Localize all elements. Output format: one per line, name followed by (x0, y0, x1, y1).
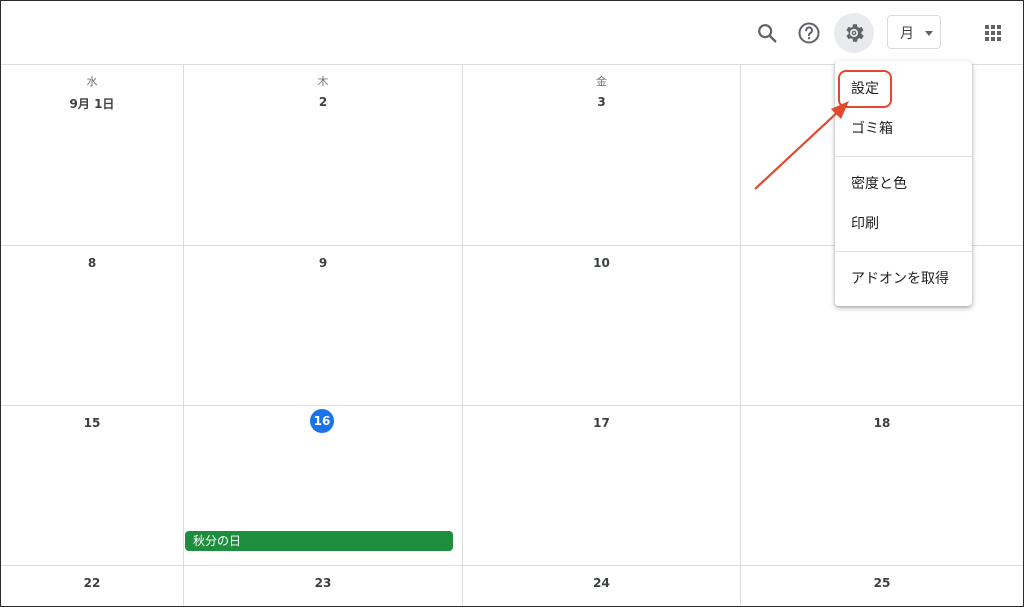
date-label[interactable]: 25 (741, 576, 1023, 590)
date-label[interactable]: 24 (463, 576, 740, 590)
date-label[interactable]: 23 (184, 576, 462, 590)
help-button[interactable] (789, 13, 829, 53)
calendar-window: 月 水 9月 1日 木 2 金 3 8 9 10 15 16 17 18 22 … (0, 0, 1024, 607)
view-selector-label: 月 (900, 26, 914, 42)
chevron-down-icon (925, 31, 933, 36)
date-label[interactable]: 8 (1, 256, 183, 270)
day-cell[interactable]: 9 (184, 246, 463, 406)
weekday-label: 木 (317, 75, 329, 88)
date-label[interactable]: 22 (1, 576, 183, 590)
apps-grid-icon (985, 25, 1001, 41)
event-chip[interactable]: 秋分の日 (185, 531, 453, 551)
day-cell[interactable]: 24 (463, 566, 741, 606)
date-label[interactable]: 9 (184, 256, 462, 270)
day-cell[interactable]: 25 (741, 566, 1023, 606)
view-selector[interactable]: 月 (887, 15, 941, 49)
top-toolbar: 月 (1, 1, 1023, 65)
weekday-label: 金 (596, 75, 607, 88)
today-date-badge[interactable]: 16 (310, 409, 334, 433)
search-icon (758, 24, 777, 43)
settings-button[interactable] (834, 13, 874, 53)
day-cell[interactable]: 23 (184, 566, 463, 606)
date-label[interactable]: 2 (184, 95, 462, 109)
day-cell[interactable]: 8 (1, 246, 184, 406)
day-cell[interactable]: 18 (741, 406, 1023, 566)
date-label[interactable]: 3 (463, 95, 740, 109)
search-button[interactable] (747, 13, 787, 53)
day-cell[interactable]: 15 (1, 406, 184, 566)
day-cell[interactable]: 水 9月 1日 (1, 65, 184, 246)
menu-divider (835, 251, 972, 252)
weekday-label: 水 (86, 75, 98, 88)
gear-icon (846, 24, 864, 42)
date-label[interactable]: 15 (1, 416, 183, 430)
apps-button[interactable] (973, 13, 1013, 53)
help-icon (798, 22, 820, 44)
day-cell[interactable]: 17 (463, 406, 741, 566)
day-cell[interactable]: 10 (463, 246, 741, 406)
day-cell[interactable]: 木 2 (184, 65, 463, 246)
date-label[interactable]: 18 (741, 416, 1023, 430)
annotation-arrow-icon (754, 101, 849, 190)
menu-item-print[interactable]: 印刷 (835, 204, 972, 244)
day-cell[interactable]: 22 (1, 566, 184, 606)
date-label[interactable]: 10 (463, 256, 740, 270)
date-label[interactable]: 9月 1日 (1, 95, 183, 112)
menu-item-get-addons[interactable]: アドオンを取得 (835, 259, 972, 299)
day-cell[interactable]: 金 3 (463, 65, 741, 246)
date-label[interactable]: 17 (463, 416, 740, 430)
